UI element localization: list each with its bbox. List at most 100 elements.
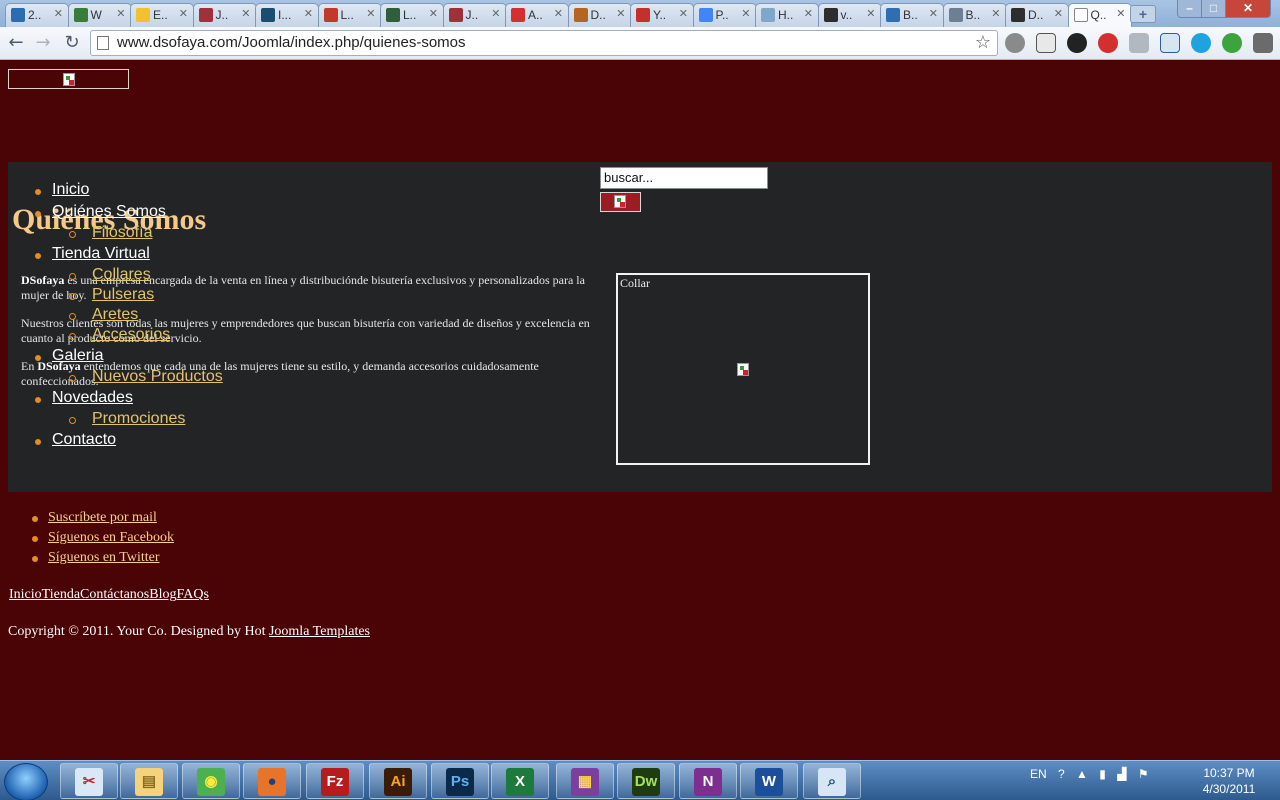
- browser-tab[interactable]: J.. ✕: [442, 3, 507, 27]
- browser-tab[interactable]: E.. ✕: [130, 3, 194, 27]
- footer-link-blog[interactable]: Blog: [149, 587, 176, 602]
- menu-item-aretes[interactable]: Aretes: [92, 306, 138, 324]
- reload-icon[interactable]: ↻: [61, 32, 83, 54]
- taskbar-chrome-button[interactable]: ◉: [182, 763, 240, 799]
- tab-close-icon[interactable]: ✕: [241, 7, 250, 20]
- taskbar-word-button[interactable]: W: [740, 763, 798, 799]
- bookmark-star-icon[interactable]: ☆: [975, 32, 991, 53]
- tab-close-icon[interactable]: ✕: [429, 7, 438, 20]
- close-window-button[interactable]: ✕: [1225, 0, 1271, 18]
- menu-item-accesorios[interactable]: Accesorios: [92, 326, 170, 344]
- settings-gear-icon[interactable]: [1005, 33, 1025, 53]
- taskbar-search-tool-button[interactable]: ⌕: [803, 763, 861, 799]
- forward-arrow-icon[interactable]: →: [32, 32, 54, 54]
- help-icon[interactable]: ?: [1058, 767, 1065, 781]
- taskbar-onenote-button[interactable]: N: [679, 763, 737, 799]
- browser-tab[interactable]: B.. ✕: [880, 3, 944, 27]
- taskbar-firefox-button[interactable]: ●: [243, 763, 301, 799]
- menu-item-nuevos-productos[interactable]: Nuevos Productos: [92, 368, 223, 386]
- tab-close-icon[interactable]: ✕: [554, 7, 563, 20]
- system-clock[interactable]: 10:37 PM 4/30/2011: [1198, 765, 1260, 797]
- menu-item-filosofia[interactable]: Filosofía: [92, 224, 152, 242]
- signal-icon[interactable]: ▟: [1117, 767, 1126, 781]
- browser-tab[interactable]: H.. ✕: [755, 3, 819, 27]
- menu-item-promociones[interactable]: Promociones: [92, 410, 185, 428]
- tab-close-icon[interactable]: ✕: [1116, 7, 1125, 20]
- browser-tab[interactable]: Q.. ✕: [1067, 3, 1132, 28]
- browser-tab[interactable]: A.. ✕: [505, 3, 569, 27]
- colorzilla-icon[interactable]: [1067, 33, 1087, 53]
- screen-capture-icon[interactable]: [1160, 33, 1180, 53]
- back-arrow-icon[interactable]: ←: [5, 32, 27, 54]
- menu-item-tienda-virtual[interactable]: Tienda Virtual: [52, 245, 150, 263]
- tab-close-icon[interactable]: ✕: [991, 7, 1000, 20]
- tab-close-icon[interactable]: ✕: [929, 7, 938, 20]
- subscribe-mail-link[interactable]: Suscríbete por mail: [48, 510, 157, 526]
- taskbar-dreamweaver-button[interactable]: Dw: [617, 763, 675, 799]
- tab-close-icon[interactable]: ✕: [679, 7, 688, 20]
- maximize-button[interactable]: □: [1201, 0, 1226, 18]
- address-bar[interactable]: www.dsofaya.com/Joomla/index.php/quienes…: [90, 30, 998, 56]
- browser-tab[interactable]: L.. ✕: [317, 3, 382, 27]
- minimize-button[interactable]: –: [1177, 0, 1202, 18]
- taskbar-filezilla-button[interactable]: Fz: [306, 763, 364, 799]
- wrench-icon[interactable]: [1253, 33, 1273, 53]
- menu-item-novedades[interactable]: Novedades: [52, 389, 133, 407]
- search-button[interactable]: [600, 192, 641, 212]
- tab-close-icon[interactable]: ✕: [741, 7, 750, 20]
- twitter-link[interactable]: Síguenos en Twitter: [48, 550, 160, 566]
- ruler-icon[interactable]: [1036, 33, 1056, 53]
- browser-tab[interactable]: J.. ✕: [192, 3, 257, 27]
- menu-item-contacto[interactable]: Contacto: [52, 431, 116, 449]
- browser-tab[interactable]: I... ✕: [255, 3, 319, 27]
- search-input[interactable]: buscar...: [600, 167, 768, 189]
- browser-tab[interactable]: D.. ✕: [1005, 3, 1069, 27]
- taskbar-excel-button[interactable]: X: [491, 763, 549, 799]
- facebook-link[interactable]: Síguenos en Facebook: [48, 530, 174, 546]
- browser-tab[interactable]: 2.. ✕: [5, 3, 69, 27]
- joomla-templates-link[interactable]: Joomla Templates: [269, 624, 370, 639]
- eyedropper-icon[interactable]: [1129, 33, 1149, 53]
- new-tab-button[interactable]: +: [1130, 5, 1156, 23]
- tab-close-icon[interactable]: ✕: [491, 7, 500, 20]
- flag-icon[interactable]: ⚑: [1138, 767, 1149, 781]
- footer-link-tienda[interactable]: Tienda: [42, 587, 80, 602]
- menu-item-galeria[interactable]: Galeria: [52, 347, 104, 365]
- browser-tab[interactable]: W ✕: [67, 3, 132, 27]
- taskbar-illustrator-button[interactable]: Ai: [369, 763, 427, 799]
- menu-item-inicio[interactable]: Inicio: [52, 181, 89, 199]
- menu-item-pulseras[interactable]: Pulseras: [92, 286, 154, 304]
- menu-item-collares[interactable]: Collares: [92, 266, 151, 284]
- site-logo[interactable]: [8, 69, 129, 89]
- browser-tab[interactable]: v.. ✕: [817, 3, 882, 27]
- tab-close-icon[interactable]: ✕: [179, 7, 188, 20]
- tab-close-icon[interactable]: ✕: [116, 7, 125, 20]
- taskbar-snipping-tool-button[interactable]: ✂: [60, 763, 118, 799]
- browser-tab[interactable]: P.. ✕: [692, 3, 757, 27]
- browser-tab[interactable]: B.. ✕: [942, 3, 1007, 27]
- footer-link-contactanos[interactable]: Contáctanos: [80, 587, 149, 602]
- skype-icon[interactable]: [1191, 33, 1211, 53]
- adblock-icon[interactable]: [1098, 33, 1118, 53]
- menu-item-quienes-somos[interactable]: Quiénes Somos: [52, 203, 166, 221]
- tab-close-icon[interactable]: ✕: [366, 7, 375, 20]
- footer-link-faqs[interactable]: FAQs: [177, 587, 209, 602]
- browser-tab[interactable]: Y.. ✕: [630, 3, 694, 27]
- evernote-icon[interactable]: [1222, 33, 1242, 53]
- taskbar-winrar-button[interactable]: ▦: [556, 763, 614, 799]
- tab-close-icon[interactable]: ✕: [54, 7, 63, 20]
- show-hidden-icons-icon[interactable]: ▲: [1076, 767, 1088, 781]
- tab-close-icon[interactable]: ✕: [304, 7, 313, 20]
- footer-link-inicio[interactable]: Inicio: [9, 587, 42, 602]
- tab-close-icon[interactable]: ✕: [616, 7, 625, 20]
- start-button[interactable]: [4, 763, 48, 800]
- network-icon[interactable]: ▮: [1099, 767, 1106, 781]
- browser-tab[interactable]: L.. ✕: [380, 3, 444, 27]
- taskbar-explorer-button[interactable]: ▤: [120, 763, 178, 799]
- tab-close-icon[interactable]: ✕: [1054, 7, 1063, 20]
- taskbar-photoshop-button[interactable]: Ps: [431, 763, 489, 799]
- browser-tab[interactable]: D.. ✕: [567, 3, 632, 27]
- tab-close-icon[interactable]: ✕: [866, 7, 875, 20]
- language-indicator[interactable]: EN: [1030, 767, 1047, 781]
- tab-close-icon[interactable]: ✕: [804, 7, 813, 20]
